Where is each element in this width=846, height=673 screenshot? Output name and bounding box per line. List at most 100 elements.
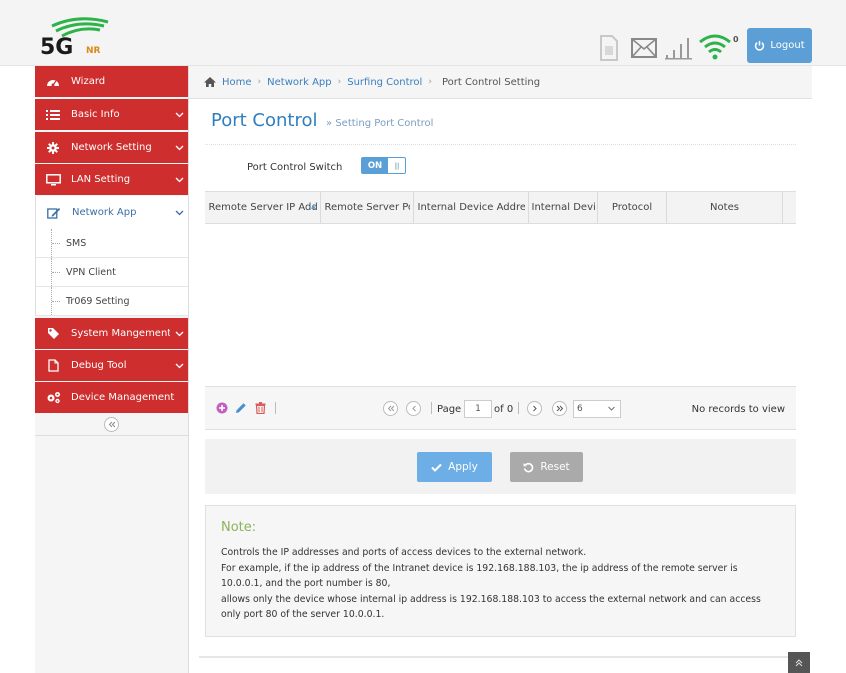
sidebar-item-network-setting[interactable]: Network Setting <box>35 132 188 163</box>
breadcrumb-home[interactable]: Home <box>222 77 252 88</box>
port-control-switch-label: Port Control Switch <box>247 162 343 173</box>
sidebar-item-basic-info[interactable]: Basic Info <box>35 99 188 130</box>
switch-state-label: ON <box>362 158 388 173</box>
wifi-icon[interactable] <box>698 33 732 64</box>
chevron-down-icon <box>170 145 188 151</box>
edit-row-button[interactable] <box>235 402 247 414</box>
monitor-icon <box>35 173 71 186</box>
page-subtitle: » Setting Port Control <box>326 118 433 129</box>
reset-button[interactable]: Reset <box>510 452 583 482</box>
sim-card-icon <box>599 34 619 65</box>
logout-button[interactable]: Logout <box>747 28 812 63</box>
sidebar-collapse-row <box>35 414 188 436</box>
page-title: Port Control <box>211 110 318 131</box>
sidebar-item-device-management[interactable]: Device Management <box>35 382 188 413</box>
chevron-down-icon <box>170 331 188 337</box>
breadcrumb-current: Port Control Setting <box>441 76 541 88</box>
breadcrumb-surfing-control[interactable]: Surfing Control <box>347 77 422 88</box>
switch-knob-icon: ||| <box>394 161 399 170</box>
envelope-icon[interactable] <box>631 38 657 61</box>
reset-label: Reset <box>540 461 570 473</box>
signal-strength-icon <box>665 36 692 63</box>
note-line: Controls the IP addresses and ports of a… <box>221 547 587 558</box>
note-line: For example, if the ip address of the In… <box>221 562 738 590</box>
sidebar-subitem-tr069-setting[interactable]: Tr069 Setting <box>35 287 188 316</box>
sidebar: Wizard Basic Info Network Setting LAN Se… <box>35 66 189 673</box>
sidebar-collapse-button[interactable] <box>104 417 119 432</box>
first-page-button[interactable] <box>383 401 398 416</box>
pager-separator <box>275 402 276 414</box>
chevron-left-icon <box>411 405 416 412</box>
column-header-internal-device-address[interactable]: Internal Device Address <box>414 192 529 223</box>
plus-circle-icon <box>216 402 228 414</box>
power-icon <box>755 40 765 51</box>
column-header-remote-server-ip[interactable]: Remote Server IP Address <box>205 192 321 223</box>
sidebar-item-label: Basic Info <box>71 109 120 120</box>
column-header-internal-device-port[interactable]: Internal Device Port <box>529 192 598 223</box>
pager-separator <box>431 402 432 414</box>
sort-icon[interactable]: ▲ <box>311 203 316 210</box>
double-chevron-left-icon <box>108 421 115 428</box>
trash-icon <box>255 402 266 414</box>
list-icon <box>35 109 71 121</box>
sidebar-subitem-label: VPN Client <box>66 266 116 278</box>
rows-per-page-value: 6 <box>577 404 583 414</box>
svg-text:NR: NR <box>86 46 101 56</box>
check-icon <box>431 463 442 472</box>
chevron-down-icon <box>170 210 188 216</box>
form-actions: Apply Reset <box>205 439 796 494</box>
sidebar-item-label: LAN Setting <box>71 174 131 185</box>
undo-icon <box>523 462 534 472</box>
table-pager: Page of 0 6 No records to view <box>205 386 796 430</box>
sidebar-item-system-mangement[interactable]: System Mangement <box>35 318 188 349</box>
note-title: Note: <box>221 520 257 535</box>
double-chevron-right-icon: » <box>326 118 333 129</box>
page-label: Page <box>437 404 462 415</box>
sidebar-subitem-sms[interactable]: SMS <box>35 229 188 258</box>
sidebar-item-wizard[interactable]: Wizard <box>35 66 188 97</box>
title-divider <box>205 144 796 145</box>
pencil-icon <box>236 403 246 413</box>
logout-label: Logout <box>770 40 805 51</box>
sidebar-item-label: Device Management <box>71 392 175 403</box>
sidebar-item-label: Network Setting <box>71 142 152 153</box>
prev-page-button[interactable] <box>406 401 421 416</box>
sidebar-subitem-label: SMS <box>66 237 87 249</box>
wifi-client-count: 0 <box>733 35 739 44</box>
no-records-text: No records to view <box>691 404 785 415</box>
add-row-button[interactable] <box>216 402 228 414</box>
file-icon <box>35 359 71 372</box>
last-page-button[interactable] <box>552 401 567 416</box>
apply-button[interactable]: Apply <box>417 452 492 482</box>
edit-icon <box>36 207 72 219</box>
next-page-button[interactable] <box>527 401 542 416</box>
chevron-right-icon <box>532 405 537 412</box>
port-control-table-body <box>205 224 796 386</box>
rows-per-page-select[interactable]: 6 <box>573 400 621 418</box>
column-header-notes[interactable]: Notes <box>667 192 783 223</box>
port-control-switch[interactable]: ON ||| <box>361 157 406 174</box>
page-total: of 0 <box>494 404 514 415</box>
column-header-remote-server-port[interactable]: Remote Server Port <box>321 192 414 223</box>
page-number-input[interactable] <box>464 400 492 418</box>
delete-row-button[interactable] <box>255 402 266 414</box>
sidebar-item-label: System Mangement <box>71 328 170 339</box>
scroll-to-top-button[interactable] <box>788 652 810 673</box>
chevron-right-icon: › <box>337 77 342 87</box>
sidebar-item-debug-tool[interactable]: Debug Tool <box>35 350 188 381</box>
dashboard-icon <box>35 76 71 88</box>
sidebar-item-network-app[interactable]: Network App <box>35 196 188 229</box>
breadcrumb-network-app[interactable]: Network App <box>267 77 331 88</box>
double-chevron-right-icon <box>556 405 563 412</box>
header: 5G NR 0 Logout <box>0 0 846 66</box>
sidebar-subitem-label: Tr069 Setting <box>66 295 130 307</box>
port-control-table-header: Remote Server IP Address ▲ Remote Server… <box>205 191 796 224</box>
chevron-down-icon <box>170 363 188 369</box>
home-icon[interactable] <box>203 76 217 88</box>
breadcrumb: Home › Network App › Surfing Control › P… <box>189 66 812 99</box>
column-header-protocol[interactable]: Protocol <box>598 192 667 223</box>
footer-divider <box>199 656 810 658</box>
sidebar-item-lan-setting[interactable]: LAN Setting <box>35 164 188 195</box>
page-subtitle-text: Setting Port Control <box>335 118 434 129</box>
sidebar-subitem-vpn-client[interactable]: VPN Client <box>35 258 188 287</box>
